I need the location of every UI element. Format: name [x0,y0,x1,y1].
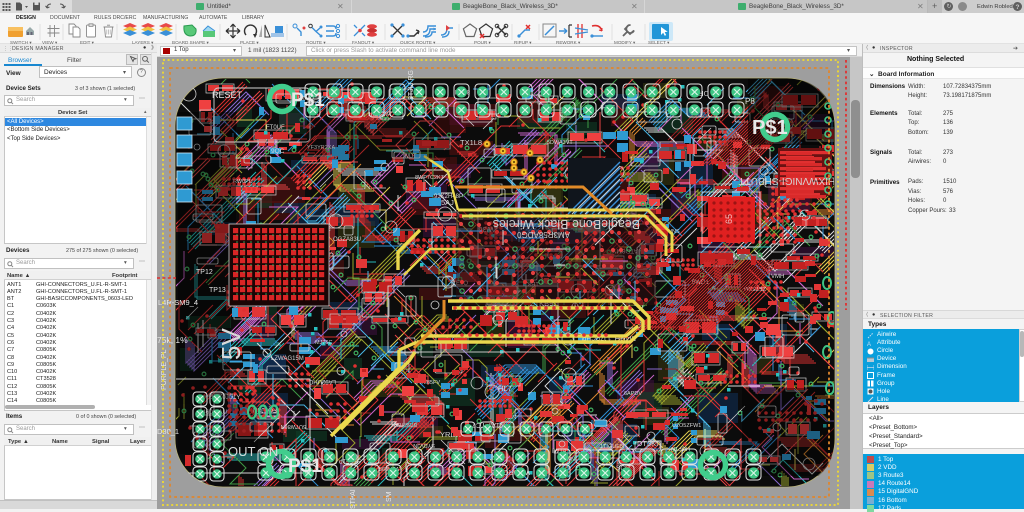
svg-text:65: 65 [724,214,734,224]
svg-text:5U7W86N: 5U7W86N [281,423,306,429]
svg-text:P$1: P$1 [291,90,325,111]
svg-text:HL7: HL7 [498,384,512,393]
svg-text:RESET: RESET [212,90,243,100]
svg-text:5AJ: 5AJ [441,198,454,207]
svg-text:9QC: 9QC [271,148,285,155]
svg-text:D80_1: D80_1 [157,427,179,436]
svg-text:STPAI: STPAI [350,489,357,509]
svg-text:OGZA83U: OGZA83U [333,237,361,243]
svg-text:TX1L8: TX1L8 [460,138,482,147]
svg-text:HQP1M: HQP1M [670,445,690,451]
svg-text:MJ76C: MJ76C [315,340,332,346]
svg-text:5V: 5V [216,328,246,360]
svg-text:L4R-SM9_4: L4R-SM9_4 [158,298,198,307]
svg-text:SYDVJN: SYDVJN [413,442,435,448]
svg-text:U2O5ZFW1: U2O5ZFW1 [672,423,701,429]
svg-text:DT3KI: DT3KI [637,439,658,448]
svg-text:P$1: P$1 [288,456,322,477]
svg-text:TP13: TP13 [209,287,226,294]
svg-text:VMH: VMH [771,274,784,280]
svg-text:AM3R58ADG0: AM3R58ADG0 [517,230,570,239]
svg-text:GHIXWVNIGI-SHBUTT: GHIXWVNIGI-SHBUTT [739,175,843,186]
svg-text:TP12: TP12 [196,269,213,276]
svg-text:FT0UF: FT0UF [266,125,285,131]
svg-text:875E78H: 875E78H [394,421,417,427]
svg-text:A: A [867,342,871,347]
svg-text:BeagleBone Black Wireles: BeagleBone Black Wireles [493,217,640,231]
svg-text:P$1: P$1 [752,117,788,139]
svg-text:8WP7C2K7: 8WP7C2K7 [415,175,444,181]
svg-text:75k, 1%: 75k, 1% [157,335,188,345]
svg-text:OUT ON: OUT ON [228,444,278,459]
svg-text:5DWA3VT: 5DWA3VT [547,140,573,146]
svg-text:PURPLE_PL: PURPLE_PL [161,349,168,390]
svg-text:6APDV: 6APDV [624,391,642,397]
svg-text:LA92UHC: LA92UHC [308,378,336,384]
svg-text:LZWAG15M: LZWAG15M [271,356,304,362]
svg-text:2TJLI RG: 2TJLI RG [408,70,415,100]
svg-text:P8: P8 [745,97,755,106]
